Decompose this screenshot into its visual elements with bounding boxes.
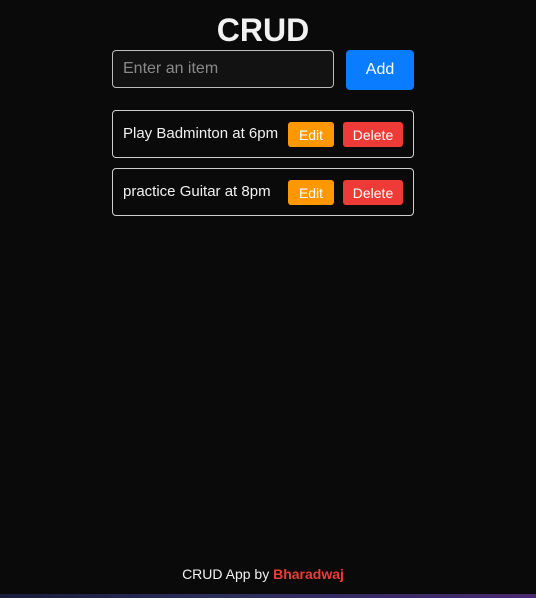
footer-author: Bharadwaj: [273, 566, 344, 582]
item-input[interactable]: [112, 50, 334, 88]
edit-button[interactable]: Edit: [288, 180, 334, 205]
add-button[interactable]: Add: [346, 50, 414, 90]
footer: CRUD App by Bharadwaj: [0, 566, 526, 582]
item-text: Play Badminton at 6pm: [123, 125, 279, 142]
edit-button[interactable]: Edit: [288, 122, 334, 147]
delete-button[interactable]: Delete: [343, 122, 403, 147]
list-item: Play Badminton at 6pm Edit Delete: [112, 110, 414, 158]
item-list: Play Badminton at 6pm Edit Delete practi…: [112, 110, 414, 226]
app-page: CRUD Add Play Badminton at 6pm Edit Dele…: [0, 0, 536, 598]
page-title: CRUD: [216, 12, 310, 48]
footer-prefix: CRUD App by: [182, 566, 274, 582]
bottom-gradient-strip: [0, 594, 536, 598]
item-text: practice Guitar at 8pm: [123, 183, 271, 200]
add-item-form: Add: [112, 50, 414, 90]
list-item: practice Guitar at 8pm Edit Delete: [112, 168, 414, 216]
delete-button[interactable]: Delete: [343, 180, 403, 205]
